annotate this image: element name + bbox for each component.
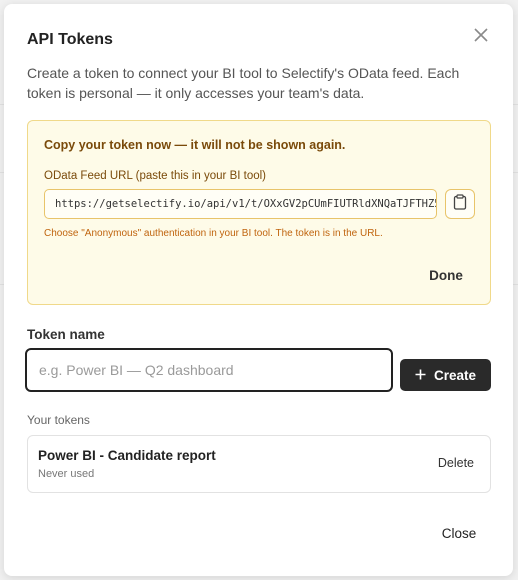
copy-url-button[interactable] <box>445 189 475 219</box>
clipboard-icon <box>453 193 467 215</box>
plus-icon <box>415 368 426 383</box>
notice-heading: Copy your token now — it will not be sho… <box>44 138 346 152</box>
feed-url-field[interactable]: https://getselectify.io/api/v1/t/OXxGV2p… <box>44 189 437 219</box>
auth-hint: Choose "Anonymous" authentication in you… <box>44 228 383 239</box>
feed-url-label: OData Feed URL (paste this in your BI to… <box>44 170 267 182</box>
token-usage: Never used <box>38 468 95 480</box>
close-icon[interactable] <box>469 24 493 48</box>
create-button-label: Create <box>433 367 477 383</box>
token-notice-panel: Copy your token now — it will not be sho… <box>27 120 491 305</box>
done-button[interactable]: Done <box>420 264 472 288</box>
create-token-button[interactable]: Create <box>400 359 491 391</box>
dialog-description: Create a token to connect your BI tool t… <box>27 65 460 101</box>
close-button[interactable]: Close <box>434 522 484 546</box>
dialog-title: API Tokens <box>27 31 113 48</box>
token-name: Power BI - Candidate report <box>38 448 216 463</box>
token-name-input[interactable] <box>25 348 393 392</box>
token-name-label: Token name <box>27 327 105 342</box>
your-tokens-heading: Your tokens <box>27 413 90 427</box>
token-list-item: Power BI - Candidate report Never used D… <box>27 435 491 493</box>
api-tokens-dialog: API Tokens Create a token to connect you… <box>4 4 513 576</box>
delete-token-button[interactable]: Delete <box>438 456 474 470</box>
